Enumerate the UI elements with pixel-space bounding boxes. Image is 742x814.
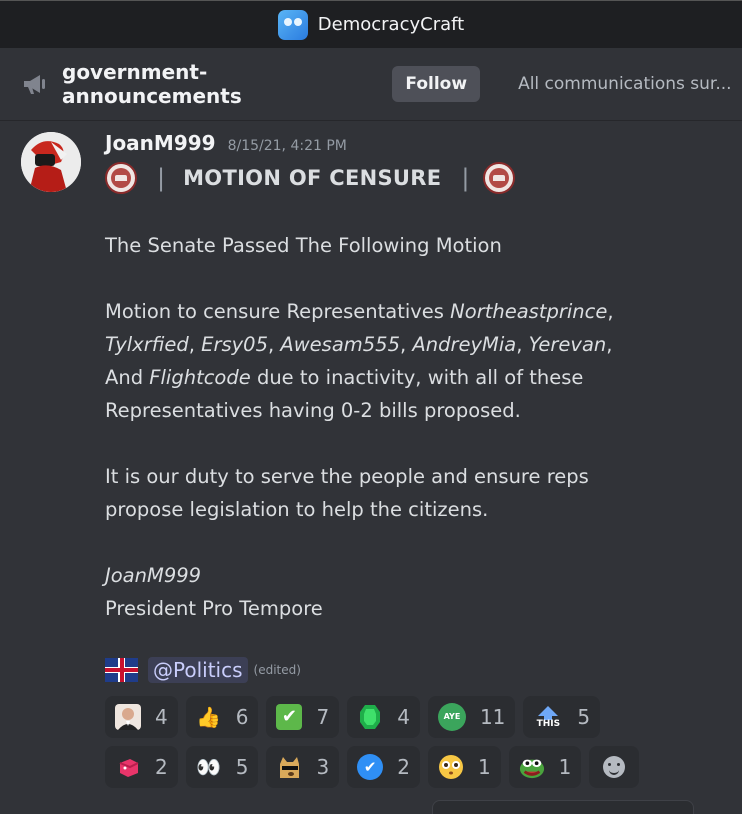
eyes-icon: 👀 — [196, 755, 222, 779]
pink-cube-icon — [115, 754, 141, 780]
flushed-face-icon — [438, 754, 464, 780]
signature: JoanM999 President Pro Tempore — [105, 559, 665, 625]
rep-name: Flightcode — [149, 366, 251, 389]
thumbs-up-icon: 👍 — [196, 705, 222, 729]
motion-paragraph: Motion to censure Representatives Northe… — [105, 300, 614, 422]
democracycraft-server-icon — [277, 9, 308, 40]
reaction[interactable]: 1 — [508, 746, 582, 788]
divider-bar: | — [461, 164, 470, 192]
motion-heading: | MOTION OF CENSURE | — [105, 162, 516, 194]
announcement-channel-icon — [22, 71, 48, 97]
avatar[interactable] — [21, 132, 81, 192]
message-body: The Senate Passed The Following Motion M… — [105, 229, 665, 625]
reaction[interactable]: ✔ 2 — [347, 746, 420, 788]
this-arrow-icon: THIS — [533, 704, 563, 730]
edited-label: (edited) — [253, 663, 301, 677]
signature-title: President Pro Tempore — [105, 597, 323, 620]
divider-bar: | — [157, 164, 166, 192]
channel-topic[interactable]: All communications sur... — [518, 74, 742, 94]
signature-name: JoanM999 — [105, 564, 202, 587]
rep-name: Awesam555 — [280, 333, 400, 356]
doge-sunglasses-icon — [276, 754, 302, 780]
rep-name: Ersy05 — [201, 333, 268, 356]
reactions-row: 2 👀 5 3 ✔ 2 1 1 — [105, 746, 665, 788]
rep-name: Northeastprince — [450, 300, 608, 323]
pepe-frog-icon — [519, 754, 545, 780]
rep-name: Tylxrfied — [105, 333, 189, 356]
reaction[interactable]: 👍 6 — [185, 696, 259, 738]
reaction[interactable]: THIS 5 — [523, 696, 601, 738]
role-mention-line: @Politics (edited) — [105, 657, 301, 683]
reaction[interactable]: ✔ 7 — [266, 696, 340, 738]
add-reaction-button[interactable] — [589, 746, 640, 788]
portrait-emoji-icon — [115, 704, 141, 730]
window-title: DemocracyCraft — [317, 14, 465, 35]
motion-title: MOTION OF CENSURE — [183, 166, 442, 190]
role-mention[interactable]: @Politics — [148, 657, 248, 683]
reaction[interactable]: 3 — [266, 746, 340, 788]
duty-paragraph: It is our duty to serve the people and e… — [105, 465, 589, 521]
window-title-bar: DemocracyCraft — [0, 0, 742, 48]
channel-header: government-announcements Follow All comm… — [0, 48, 742, 121]
message-timestamp: 8/15/21, 4:21 PM — [227, 138, 347, 154]
senate-seal-icon — [105, 162, 137, 194]
reaction[interactable]: 4 — [105, 696, 178, 738]
reaction[interactable]: AYE 11 — [427, 696, 516, 738]
uk-flag-icon — [105, 658, 138, 682]
rep-name: Yerevan — [528, 333, 607, 356]
add-reaction-smiley-icon — [603, 756, 626, 778]
reaction[interactable]: 👀 5 — [185, 746, 259, 788]
reactions-row: 4 👍 6 ✔ 7 4 AYE 11 THIS 5 — [105, 696, 665, 738]
message-actions-bar[interactable] — [432, 800, 694, 814]
verified-check-icon: ✔ — [357, 754, 384, 780]
reaction[interactable]: 1 — [427, 746, 501, 788]
motion-intro: The Senate Passed The Following Motion — [105, 234, 502, 257]
reaction[interactable]: 4 — [347, 696, 420, 738]
check-box-icon: ✔ — [276, 704, 303, 730]
aye-icon: AYE — [437, 703, 466, 731]
message-header: JoanM999 8/15/21, 4:21 PM — [105, 131, 347, 155]
emerald-icon — [357, 704, 383, 730]
rep-name: AndreyMia — [412, 333, 517, 356]
message-author[interactable]: JoanM999 — [105, 131, 216, 155]
reaction[interactable]: 2 — [105, 746, 178, 788]
follow-button[interactable]: Follow — [392, 66, 481, 102]
senate-seal-icon — [483, 162, 516, 194]
channel-name[interactable]: government-announcements — [62, 60, 378, 108]
